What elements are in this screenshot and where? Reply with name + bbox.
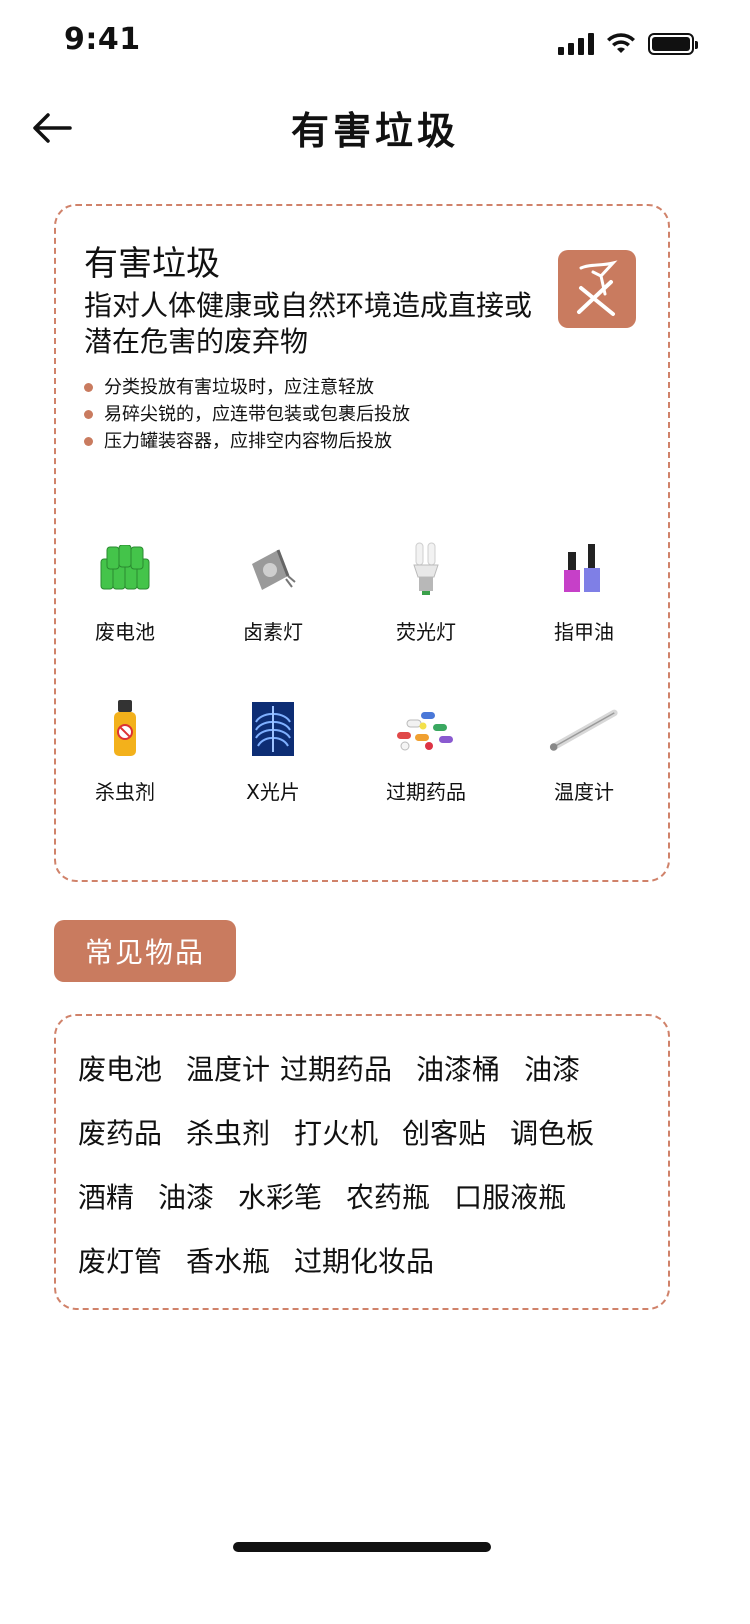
item-xray-film[interactable]: X光片 — [213, 700, 333, 805]
common-item[interactable]: 温度计 — [186, 1048, 270, 1088]
common-item[interactable]: 过期化妆品 — [294, 1240, 434, 1280]
category-info-card: 有害垃圾 指对人体健康或自然环境造成直接或潜在危害的废弃物 分类投放有害垃圾时，… — [54, 204, 670, 882]
battery-pack-icon — [89, 540, 161, 598]
item-label: 温度计 — [554, 780, 614, 804]
common-items-row: 废电池 温度计 过期药品 油漆桶 油漆 — [78, 1048, 604, 1088]
status-time: 9:41 — [64, 22, 141, 57]
common-item[interactable]: 杀虫剂 — [186, 1112, 270, 1152]
item-label: 卤素灯 — [243, 620, 303, 644]
common-item[interactable]: 酒精 — [78, 1176, 134, 1216]
page-title: 有害垃圾 — [290, 109, 459, 153]
item-label: 过期药品 — [386, 780, 466, 804]
cellular-signal-icon — [558, 33, 594, 55]
common-item[interactable]: 油漆 — [158, 1176, 214, 1216]
fluorescent-bulb-icon — [390, 540, 462, 598]
common-item[interactable]: 香水瓶 — [186, 1240, 270, 1280]
common-item[interactable]: 废电池 — [78, 1048, 162, 1088]
item-label: X光片 — [246, 780, 300, 804]
common-items-row: 酒精 油漆 水彩笔 农药瓶 口服液瓶 — [78, 1176, 590, 1216]
common-item[interactable]: 过期药品 — [280, 1048, 392, 1088]
item-halogen-lamp[interactable]: 卤素灯 — [213, 540, 333, 645]
screen: 9:41 有害垃圾 有害垃圾 指对人体健康或自然环境造成直接或潜在危害的废弃物 — [0, 0, 750, 1624]
thermometer-icon — [548, 700, 620, 758]
common-items-card: 废电池 温度计 过期药品 油漆桶 油漆 废药品 杀虫剂 打火机 创客贴 调色板 酒精 油漆 水彩笔农… — [54, 1014, 670, 1310]
common-item[interactable]: 口服液瓶 — [454, 1176, 566, 1216]
common-items-tag: 常见物品 — [54, 920, 236, 982]
tip-item: 压力罐装容器，应排空内容物后投放 — [84, 428, 410, 455]
common-item[interactable]: 水彩笔 — [238, 1176, 322, 1216]
common-items-row: 废药品 杀虫剂 打火机 创客贴 调色板 — [78, 1112, 618, 1152]
common-item[interactable]: 农药瓶 — [346, 1176, 430, 1216]
item-label: 废电池 — [95, 620, 155, 644]
common-item[interactable]: 打火机 — [294, 1112, 378, 1152]
tip-item: 分类投放有害垃圾时，应注意轻放 — [84, 374, 410, 401]
hazardous-waste-icon — [558, 250, 636, 328]
item-thermometer[interactable]: 温度计 — [524, 700, 644, 805]
item-expired-medicine[interactable]: 过期药品 — [366, 700, 486, 805]
insecticide-spray-icon — [89, 700, 161, 758]
common-item[interactable]: 油漆桶 — [416, 1048, 500, 1088]
common-item[interactable]: 调色板 — [510, 1112, 594, 1152]
xray-film-icon — [237, 700, 309, 758]
home-indicator[interactable] — [233, 1542, 491, 1552]
item-insecticide[interactable]: 杀虫剂 — [65, 700, 185, 805]
item-nail-polish[interactable]: 指甲油 — [524, 540, 644, 645]
wifi-icon — [607, 33, 635, 53]
pills-icon — [390, 700, 462, 758]
item-fluorescent-lamp[interactable]: 荧光灯 — [366, 540, 486, 645]
common-item[interactable]: 废灯管 — [78, 1240, 162, 1280]
item-label: 指甲油 — [554, 620, 614, 644]
common-items-row: 废灯管 香水瓶 过期化妆品 — [78, 1240, 458, 1280]
item-label: 杀虫剂 — [95, 780, 155, 804]
common-item[interactable]: 废药品 — [78, 1112, 162, 1152]
category-heading: 有害垃圾 — [84, 244, 220, 284]
item-battery[interactable]: 废电池 — [65, 540, 185, 645]
common-item[interactable]: 油漆 — [524, 1048, 580, 1088]
tip-item: 易碎尖锐的，应连带包装或包裹后投放 — [84, 401, 410, 428]
status-icons — [558, 30, 698, 58]
nail-polish-icon — [548, 540, 620, 598]
item-label: 荧光灯 — [396, 620, 456, 644]
common-item[interactable]: 创客贴 — [402, 1112, 486, 1152]
halogen-lamp-icon — [237, 540, 309, 598]
disposal-tips: 分类投放有害垃圾时，应注意轻放 易碎尖锐的，应连带包装或包裹后投放 压力罐装容器… — [84, 374, 410, 455]
battery-icon — [648, 33, 698, 55]
category-description: 指对人体健康或自然环境造成直接或潜在危害的废弃物 — [84, 289, 533, 358]
